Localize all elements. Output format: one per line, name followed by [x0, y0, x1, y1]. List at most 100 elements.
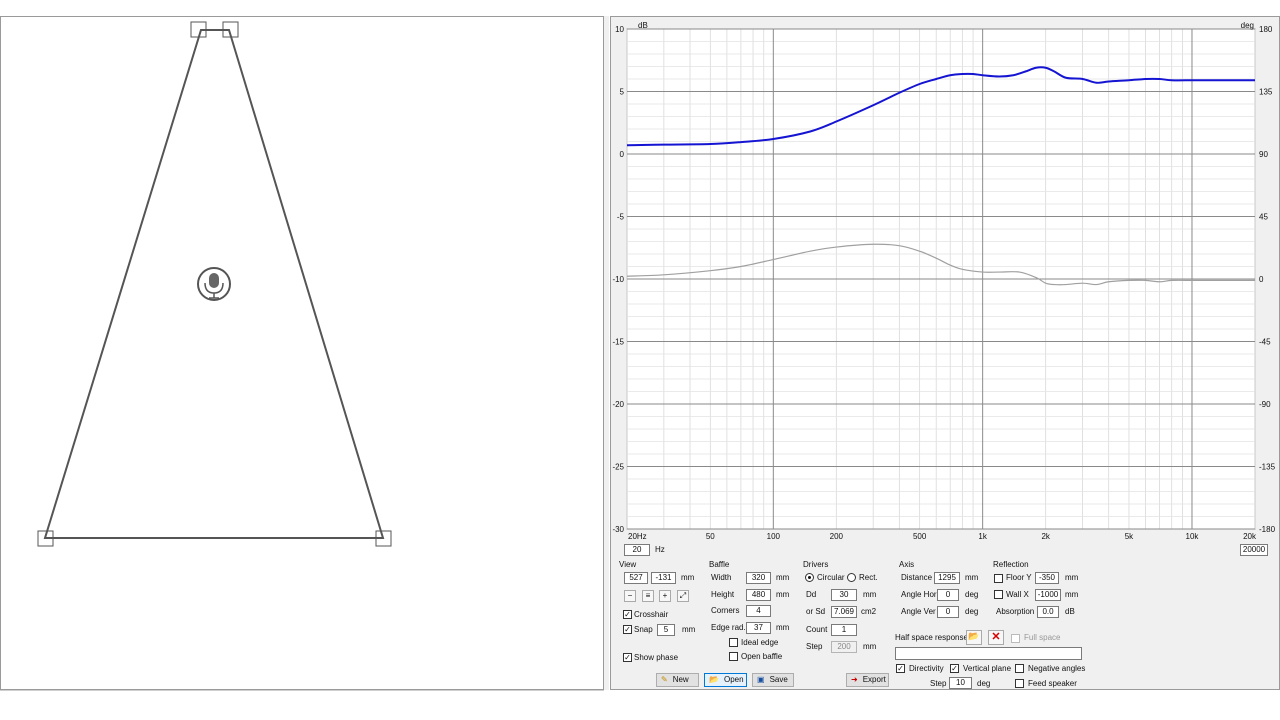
show-phase-checkbox[interactable]: ✓	[623, 653, 632, 662]
snap-label: Snap	[634, 625, 653, 634]
floor-label: Floor Y	[1006, 573, 1032, 582]
angle-hor-input[interactable]: 0	[937, 589, 959, 601]
right-tick-label: -45	[1259, 338, 1271, 347]
count-input[interactable]: 1	[831, 624, 857, 636]
x-tick-label: 500	[913, 532, 927, 541]
x-tick-label: 200	[830, 532, 844, 541]
angle-hor-label: Angle Hor	[901, 590, 937, 599]
save-button-label: Save	[769, 675, 788, 684]
crosshair-label: Crosshair	[634, 610, 669, 619]
floor-input[interactable]: -350	[1035, 572, 1059, 584]
left-tick-label: 0	[620, 150, 625, 159]
step-label: Step	[806, 642, 823, 651]
full-space-checkbox	[1011, 634, 1020, 643]
step-unit: mm	[863, 642, 877, 651]
vertical-plane-checkbox[interactable]: ✓	[950, 664, 959, 673]
splitter[interactable]	[604, 16, 609, 690]
new-button[interactable]: ✎ New	[656, 673, 699, 687]
sd-unit: cm2	[861, 607, 877, 616]
dd-unit: mm	[863, 590, 877, 599]
wall-checkbox[interactable]	[994, 590, 1003, 599]
open-baffle-label: Open baffle	[741, 652, 783, 661]
axis-group-title: Axis	[899, 560, 915, 569]
save-icon: ▣	[757, 675, 765, 684]
half-space-file-input[interactable]	[895, 647, 1082, 660]
dd-input[interactable]: 30	[831, 589, 857, 601]
right-tick-label: 0	[1259, 275, 1264, 284]
frequency-response-graph[interactable]: 1050-5-10-15-20-25-30 18013590450-45-90-…	[611, 17, 1280, 547]
view-y-input[interactable]: -131	[651, 572, 676, 584]
crosshair-checkbox[interactable]: ✓	[623, 610, 632, 619]
half-space-label: Half space response	[895, 633, 968, 642]
absorption-unit: dB	[1065, 607, 1075, 616]
snap-input[interactable]: 5	[657, 624, 675, 636]
absorption-label: Absorption	[996, 607, 1035, 616]
baffle-canvas[interactable]	[0, 16, 604, 690]
right-axis-ticks: 180 135 90 45 0 -45 -90 -135 -180	[1259, 25, 1276, 534]
rect-label: Rect.	[859, 573, 878, 582]
x-tick-label: 50	[706, 532, 715, 541]
zoom-out-icon[interactable]: −	[624, 590, 636, 602]
close-icon[interactable]: ✕	[988, 630, 1004, 645]
export-arrow-icon: ➜	[851, 675, 858, 684]
directivity-step-input[interactable]: 10	[949, 677, 972, 689]
microphone-icon[interactable]	[197, 267, 231, 301]
open-button-label: Open	[723, 675, 744, 684]
negative-angles-label: Negative angles	[1028, 664, 1086, 673]
directivity-checkbox[interactable]: ✓	[896, 664, 905, 673]
floor-checkbox[interactable]	[994, 574, 1003, 583]
view-group-title: View	[619, 560, 637, 569]
negative-angles-checkbox[interactable]	[1015, 664, 1024, 673]
absorption-input[interactable]: 0.0	[1037, 606, 1059, 618]
x-tick-label: 10k	[1186, 532, 1200, 541]
divider-line	[0, 690, 604, 691]
x-tick-label: 20Hz	[628, 532, 647, 541]
baffle-group-title: Baffle	[709, 560, 730, 569]
open-baffle-checkbox[interactable]	[729, 652, 738, 661]
width-input[interactable]: 320	[746, 572, 771, 584]
x-axis-ticks: 20Hz 50 100 200 500 1k 2k 5k 10k 20k	[628, 532, 1257, 541]
ideal-edge-checkbox[interactable]	[729, 638, 738, 647]
directivity-step-label: Step	[930, 679, 947, 688]
dd-label: Dd	[806, 590, 817, 599]
zoom-in-icon[interactable]: +	[659, 590, 671, 602]
left-axis-unit: dB	[638, 21, 648, 30]
left-tick-label: -5	[617, 213, 625, 222]
feed-speaker-checkbox[interactable]	[1015, 679, 1024, 688]
left-tick-label: 5	[620, 88, 625, 97]
snap-checkbox[interactable]: ✓	[623, 625, 632, 634]
right-tick-label: -90	[1259, 400, 1271, 409]
drivers-group-title: Drivers	[803, 560, 829, 569]
corners-input[interactable]: 4	[746, 605, 771, 617]
floor-unit: mm	[1065, 573, 1079, 582]
rect-radio[interactable]	[847, 573, 856, 582]
wall-label: Wall X	[1006, 590, 1029, 599]
height-input[interactable]: 480	[746, 589, 771, 601]
freq-min-input[interactable]: 20	[624, 544, 650, 556]
circular-radio[interactable]	[805, 573, 814, 582]
right-tick-label: 180	[1259, 25, 1273, 34]
zoom-fit-icon[interactable]: ≡	[642, 590, 654, 602]
edge-rad-input[interactable]: 37	[746, 622, 771, 634]
distance-unit: mm	[965, 573, 979, 582]
wall-input[interactable]: -1000	[1035, 589, 1061, 601]
distance-input[interactable]: 1295	[934, 572, 960, 584]
view-x-input[interactable]: 527	[624, 572, 648, 584]
baffle-drawing[interactable]	[1, 17, 605, 691]
new-button-label: New	[672, 675, 689, 684]
folder-open-icon[interactable]: 📂	[966, 630, 982, 645]
fullscreen-icon[interactable]: ⤢	[677, 590, 689, 602]
open-button[interactable]: 📂 Open	[704, 673, 747, 687]
save-button[interactable]: ▣ Save	[752, 673, 794, 687]
wall-unit: mm	[1065, 590, 1079, 599]
feed-speaker-label: Feed speaker	[1028, 679, 1077, 688]
freq-max-input[interactable]: 20000	[1240, 544, 1268, 556]
x-tick-label: 20k	[1243, 532, 1257, 541]
height-unit: mm	[776, 590, 790, 599]
show-phase-label: Show phase	[634, 653, 679, 662]
sd-input[interactable]: 7.069	[831, 606, 857, 618]
angle-ver-input[interactable]: 0	[937, 606, 959, 618]
export-button[interactable]: ➜ Export	[846, 673, 889, 687]
width-unit: mm	[776, 573, 790, 582]
left-tick-label: -15	[612, 338, 624, 347]
